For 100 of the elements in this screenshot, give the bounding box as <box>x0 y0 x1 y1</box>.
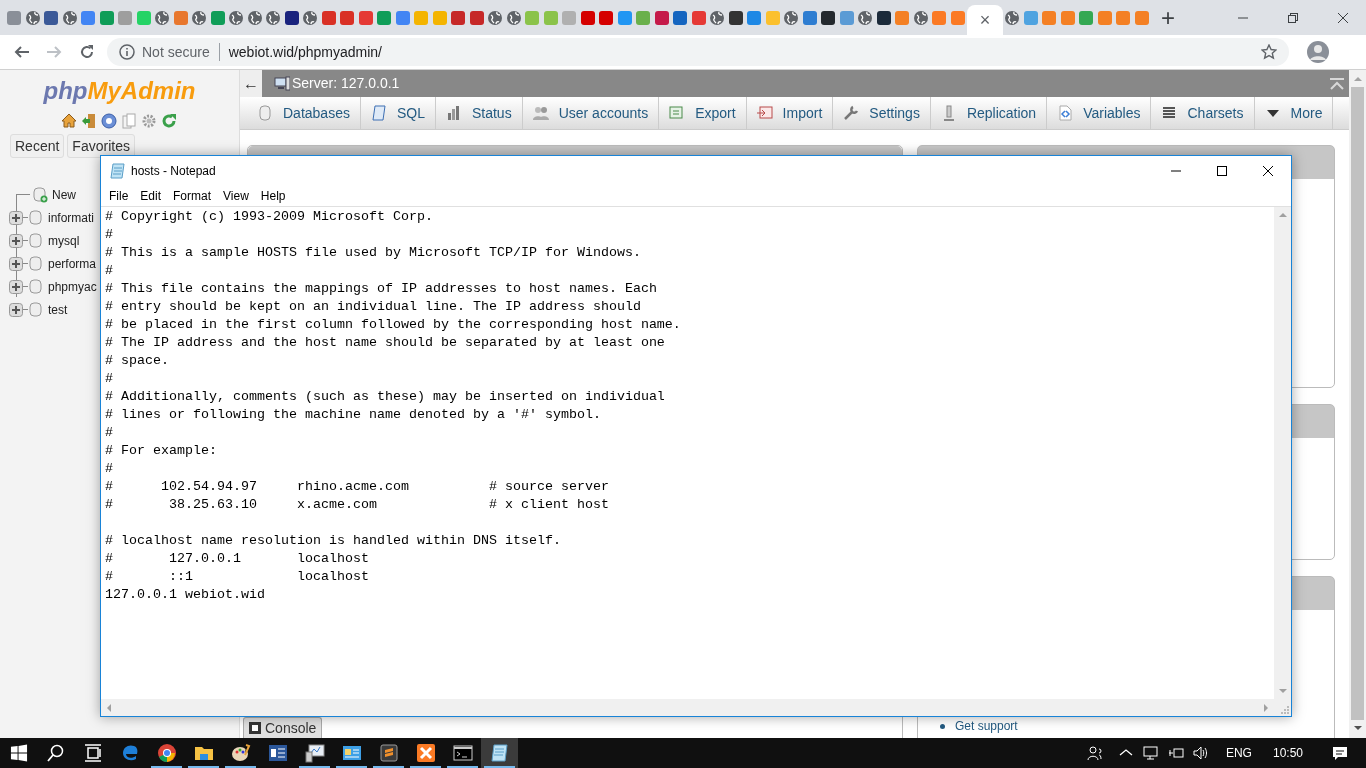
nav-tab[interactable]: Replication <box>930 97 1048 129</box>
nav-tab[interactable]: More <box>1254 97 1334 129</box>
home-icon[interactable] <box>60 113 77 129</box>
database-icon <box>257 105 273 121</box>
expand-icon[interactable] <box>9 279 23 294</box>
task-view-icon[interactable] <box>83 744 102 762</box>
globe-icon <box>192 10 207 25</box>
notification-icon[interactable] <box>1332 745 1348 761</box>
expand-icon[interactable] <box>9 256 23 271</box>
tree-item[interactable]: test <box>48 300 68 319</box>
scrollbar[interactable] <box>1274 207 1291 699</box>
expand-icon[interactable] <box>9 302 23 317</box>
nav-tab[interactable]: Databases <box>247 97 361 129</box>
tree-item[interactable]: performa <box>48 254 97 273</box>
editor-app-icon <box>378 743 399 763</box>
globe-icon <box>155 10 170 25</box>
nav-tab[interactable]: Settings <box>833 97 931 129</box>
palette-icon <box>230 743 251 763</box>
database-icon <box>28 255 44 272</box>
lines-icon <box>1161 105 1178 121</box>
close-icon[interactable] <box>1338 12 1348 23</box>
text-area[interactable]: # Copyright (c) 1993-2009 Microsoft Corp. # # This is a sample HOSTS file used by Microsoft TCP/IP for Windows. # # This file contains the mappings of IP addresses to host names. Each # entry should be kept on an individual line. The IP address should # be placed in the first column followed by the corresponding host name. # The IP address and the host name should be separated by at least one # space. # # Additionally, comments (such as these) may be inserted on individual # lines or following the machine name denoted by a '#' symbol. # # For example: # # 102.54.94.97 rhino.acme.com # source server # 38.25.63.10 x.acme.com # x client host # localhost name resolution is handled within DNS itself. # 127.0.0.1 localhost # ::1 localhost 127.0.0.1 webiot.wid <box>101 207 1274 699</box>
globe-icon <box>303 10 318 25</box>
new-database-icon[interactable] <box>32 186 48 203</box>
tree-item[interactable]: phpmyac <box>48 277 97 296</box>
sidebar-button[interactable]: Favorites <box>67 134 135 158</box>
up-arrow-icon[interactable] <box>1277 211 1288 219</box>
notepad-icon <box>110 163 126 179</box>
language-indicator[interactable]: ENG <box>1225 744 1252 762</box>
close-button[interactable]: × <box>979 11 991 29</box>
reload-icon[interactable] <box>79 44 95 60</box>
nav-tab[interactable]: Export <box>659 97 747 129</box>
document-app-icon <box>267 743 288 763</box>
nav-tab[interactable]: Charsets <box>1151 97 1255 129</box>
expand-icon[interactable] <box>9 233 23 248</box>
avatar-icon[interactable] <box>1307 41 1329 63</box>
import-icon <box>756 105 773 121</box>
menu-item[interactable]: Edit <box>134 187 168 205</box>
collapse-icon[interactable] <box>1329 77 1345 90</box>
globe-icon <box>62 10 77 25</box>
nav-tab[interactable]: User accounts <box>522 97 660 129</box>
new-tab-button[interactable]: + <box>1161 5 1175 30</box>
back-icon[interactable] <box>14 44 30 60</box>
search-icon[interactable] <box>46 744 65 762</box>
help-icon[interactable] <box>100 113 117 129</box>
restore-icon[interactable] <box>1288 12 1298 23</box>
globe-icon <box>488 10 503 25</box>
database-icon <box>28 232 44 249</box>
scrollbar[interactable] <box>101 699 1274 716</box>
security-label: Not secure <box>142 42 210 62</box>
menu-item[interactable]: View <box>217 187 255 205</box>
right-arrow-icon[interactable] <box>1262 702 1270 713</box>
resize-grip-icon[interactable] <box>1279 704 1289 714</box>
windows-icon[interactable] <box>9 744 28 762</box>
back-button[interactable]: ← <box>240 70 262 97</box>
scrollbar-thumb[interactable] <box>1351 87 1364 720</box>
address-bar[interactable]: Not secure webiot.wid/phpmyadmin/ <box>107 38 1289 66</box>
tree-item[interactable]: mysql <box>48 231 80 250</box>
exit-icon[interactable] <box>80 113 97 129</box>
globe-icon <box>710 10 725 25</box>
globe-icon <box>25 10 40 25</box>
globe-icon <box>229 10 244 25</box>
nav-tab[interactable]: SQL <box>360 97 436 129</box>
users-icon <box>532 105 549 121</box>
nav-tab[interactable]: Variables <box>1047 97 1152 129</box>
down-arrow-icon[interactable] <box>1352 724 1363 732</box>
close-icon[interactable] <box>1263 166 1273 176</box>
support-link[interactable]: Get support <box>955 719 1018 733</box>
cross-app-icon <box>415 743 436 763</box>
sidebar-button[interactable]: Recent <box>10 134 65 158</box>
menu-item[interactable]: Format <box>167 187 218 205</box>
scrollbar[interactable] <box>1349 70 1366 738</box>
volume-icon[interactable] <box>1192 745 1209 761</box>
maximize-icon[interactable] <box>1217 166 1227 176</box>
people-icon[interactable] <box>1086 745 1103 761</box>
network-icon[interactable] <box>1142 745 1159 761</box>
tree-item[interactable]: New <box>52 185 76 204</box>
info-icon[interactable] <box>119 44 135 60</box>
database-icon <box>28 301 44 318</box>
globe-icon <box>913 10 928 25</box>
reload-icon[interactable] <box>160 113 177 129</box>
power-icon[interactable] <box>1167 745 1184 761</box>
console-tab[interactable]: Console <box>243 717 323 738</box>
menu-item[interactable]: File <box>103 187 135 205</box>
monitor-icon <box>304 743 325 763</box>
tree-item[interactable]: informati <box>48 208 94 227</box>
star-icon[interactable] <box>1261 44 1277 60</box>
settings-icon[interactable] <box>140 113 157 129</box>
left-arrow-icon[interactable] <box>105 702 113 713</box>
server-title[interactable]: Server: 127.0.0.1 <box>292 73 400 94</box>
clock[interactable]: 10:50 <box>1272 744 1303 762</box>
circle-app-icon <box>156 743 177 763</box>
nav-tab[interactable]: Status <box>435 97 523 129</box>
expand-icon[interactable] <box>9 210 23 225</box>
globe-icon <box>858 10 873 25</box>
browser-tab[interactable]: × <box>967 5 1003 35</box>
menu-item[interactable]: Help <box>254 187 292 205</box>
globe-icon <box>1005 10 1020 25</box>
nav-tab[interactable]: Import <box>746 97 834 129</box>
taskbar-button[interactable] <box>481 738 518 768</box>
